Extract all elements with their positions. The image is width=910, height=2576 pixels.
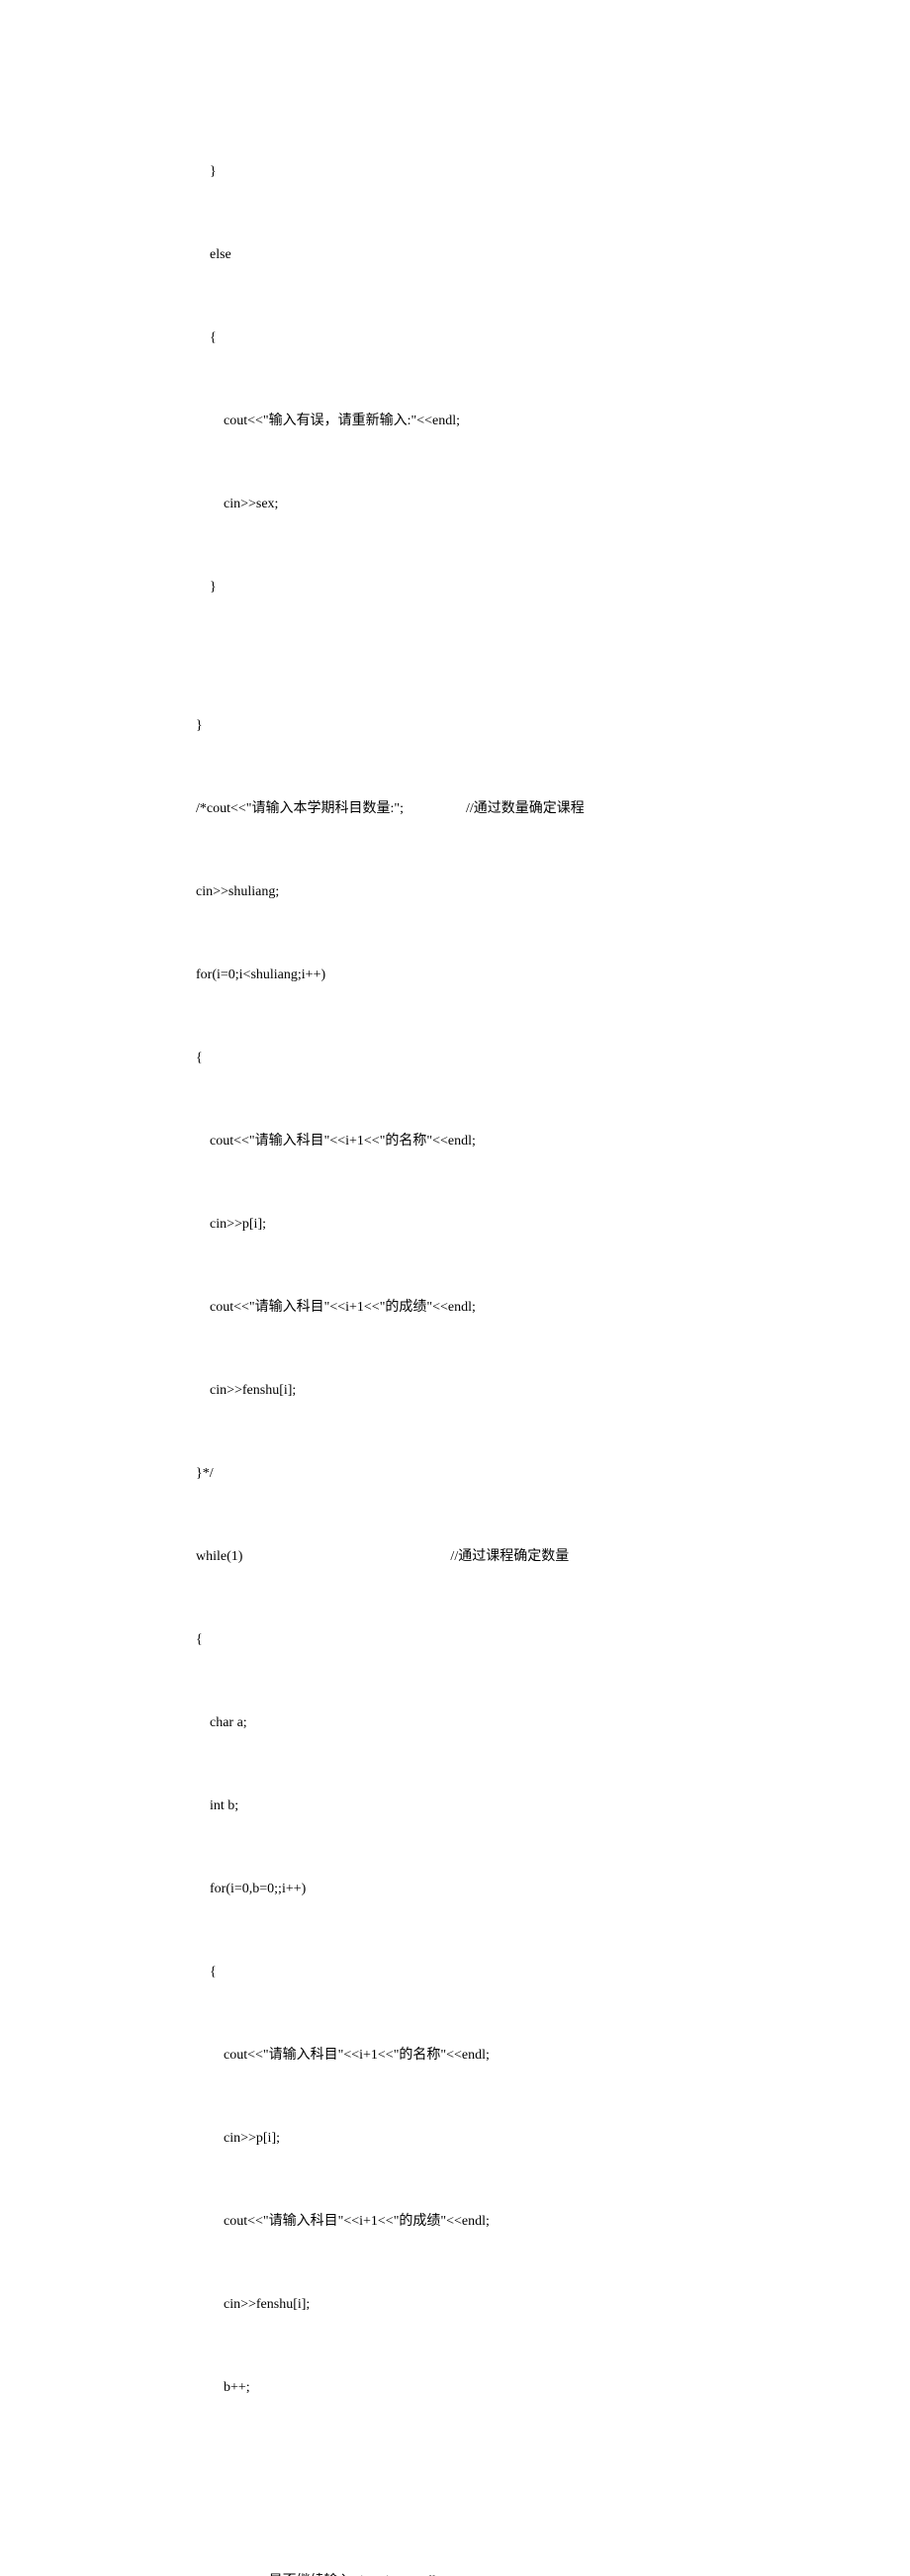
code-line: { <box>168 1045 910 1072</box>
code-line: char a; <box>168 1709 910 1737</box>
code-line: int b; <box>168 1793 910 1820</box>
code-line: while(1) //通过课程确定数量 <box>168 1543 910 1571</box>
code-line: } <box>168 158 910 186</box>
code-line: cin>>p[i]; <box>168 1211 910 1239</box>
code-line: for(i=0,b=0;;i++) <box>168 1876 910 1903</box>
code-line: cin>>fenshu[i]; <box>168 2291 910 2319</box>
code-line: cin>>fenshu[i]; <box>168 1377 910 1405</box>
code-line: cin>>sex; <box>168 491 910 518</box>
code-line: else <box>168 241 910 269</box>
code-line: } <box>168 574 910 601</box>
code-line: b++; <box>168 2374 910 2402</box>
code-line: } <box>168 712 910 740</box>
code-line: cout<<"请输入科目"<<i+1<<"的成绩"<<endl; <box>168 2208 910 2236</box>
code-line: { <box>168 1626 910 1654</box>
code-line: cin>>p[i]; <box>168 2125 910 2153</box>
code-line: cin>>shuliang; <box>168 878 910 906</box>
code-line: cout<<"请输入科目"<<i+1<<"的名称"<<endl; <box>168 1128 910 1155</box>
code-line: }*/ <box>168 1460 910 1488</box>
code-line: /*cout<<"请输入本学期科目数量:"; //通过数量确定课程 <box>168 795 910 823</box>
code-line: cout<<"是否继续输入?(Y/N)"<<endl; <box>168 2568 910 2576</box>
code-line: cout<<"请输入科目"<<i+1<<"的成绩"<<endl; <box>168 1294 910 1322</box>
code-line: { <box>168 324 910 352</box>
code-line: for(i=0;i<shuliang;i++) <box>168 962 910 989</box>
code-line: { <box>168 1959 910 1986</box>
document-page: } else { cout<<"输入有误，请重新输入:"<<endl; cin>… <box>0 0 910 2576</box>
code-line: cout<<"请输入科目"<<i+1<<"的名称"<<endl; <box>168 2042 910 2070</box>
code-line: cout<<"输入有误，请重新输入:"<<endl; <box>168 408 910 435</box>
code-block: } else { cout<<"输入有误，请重新输入:"<<endl; cin>… <box>0 103 910 2576</box>
